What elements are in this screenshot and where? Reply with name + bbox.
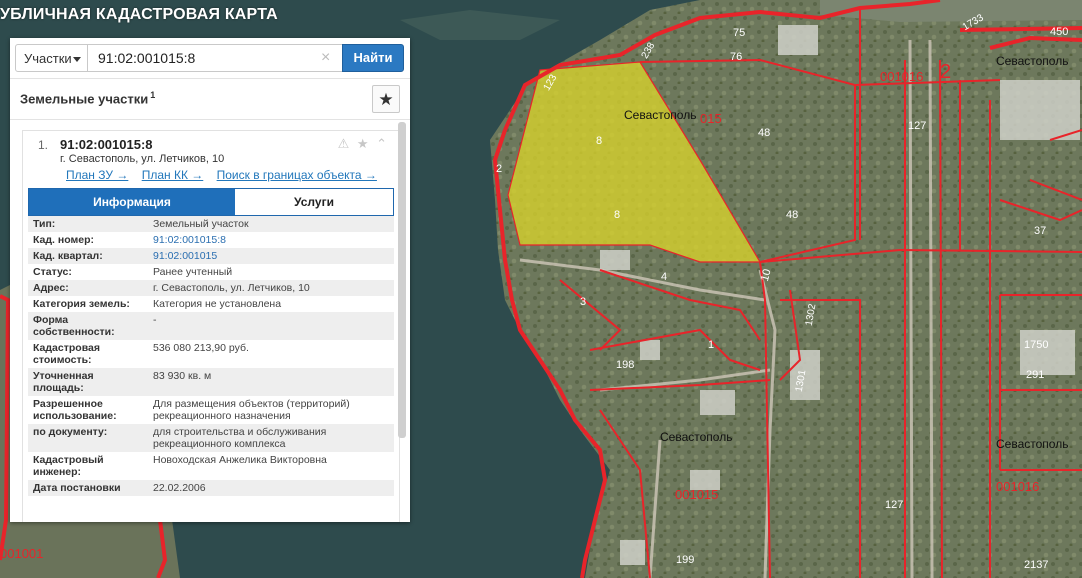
- map-label: 1750: [1024, 339, 1048, 351]
- property-row: Кад. квартал: 91:02:001015: [28, 248, 394, 264]
- search-in-bounds-link[interactable]: Поиск в границах объекта →: [217, 168, 377, 182]
- property-label: Кад. квартал:: [28, 248, 148, 264]
- property-label: по документу:: [28, 424, 148, 452]
- favorites-button[interactable]: ★: [372, 85, 400, 113]
- map-label: 76: [730, 51, 742, 63]
- plan-kk-link[interactable]: План КК →: [142, 168, 204, 182]
- tab-services[interactable]: Услуги: [235, 189, 393, 215]
- tab-information[interactable]: Информация: [29, 189, 235, 215]
- property-value: Земельный участок: [148, 216, 394, 232]
- property-row: Адрес: г. Севастополь, ул. Летчиков, 10: [28, 280, 394, 296]
- results-title-text: Земельные участки: [20, 91, 149, 107]
- property-row: Кад. номер: 91:02:001015:8: [28, 232, 394, 248]
- map-label: 2: [496, 163, 502, 175]
- property-row: Разрешенное использование: Для размещения…: [28, 396, 394, 424]
- result-cad-number[interactable]: 91:02:001015:8: [60, 137, 153, 152]
- property-row: по документу: для строительства и обслужи…: [28, 424, 394, 452]
- map-label: 127: [908, 120, 926, 132]
- properties-table: Тип: Земельный участок Кад. номер: 91:02:00…: [28, 216, 394, 496]
- property-label: Разрешенное использование:: [33, 398, 117, 422]
- map-label: 2137: [1024, 559, 1048, 571]
- map-label: Севастополь: [624, 108, 696, 122]
- property-label: Кад. номер:: [33, 234, 95, 246]
- map-label: 001001: [0, 546, 43, 561]
- property-label: Статус:: [33, 266, 72, 278]
- map-label: Севастополь: [996, 54, 1068, 68]
- search-bar: Участки × Найти: [15, 44, 405, 74]
- map-label: 3: [580, 296, 586, 308]
- star-icon: ★: [378, 90, 394, 109]
- search-button[interactable]: Найти: [342, 44, 404, 72]
- map-label: Севастополь: [660, 430, 732, 444]
- search-type-label: Участки: [24, 51, 72, 66]
- search-input[interactable]: [88, 44, 343, 72]
- map-label: 8: [596, 135, 602, 147]
- property-value: -: [148, 312, 394, 340]
- results-count: 1: [150, 90, 156, 100]
- property-value[interactable]: 91:02:001015: [148, 248, 394, 264]
- map-label: 4: [661, 271, 667, 283]
- property-label: Адрес:: [28, 280, 148, 296]
- result-index: 1.: [38, 138, 49, 152]
- property-value: Новоходская Анжелика Викторовна: [153, 454, 327, 466]
- chevron-down-icon: [73, 57, 81, 62]
- map-label: 199: [676, 554, 694, 566]
- map-label: Севастополь: [996, 437, 1068, 451]
- map-label: 127: [885, 499, 903, 511]
- property-row: Кадастровый инженер: Новоходская Анжелика…: [28, 452, 394, 480]
- property-value: 22.02.2006: [148, 480, 394, 496]
- map-label: 198: [616, 359, 634, 371]
- search-type-select[interactable]: Участки: [15, 44, 88, 72]
- property-row: Тип: Земельный участок: [28, 216, 394, 232]
- map-label: 291: [1026, 369, 1044, 381]
- property-label: Уточненная площадь:: [28, 368, 148, 396]
- property-value: Ранее учтенный: [153, 266, 233, 278]
- property-value[interactable]: 91:02:001015:8: [148, 232, 394, 248]
- map-label: 001015: [675, 487, 718, 502]
- results-header: Земельные участки 1 ★: [10, 78, 410, 120]
- property-row: Категория земель: Категория не установлен…: [28, 296, 394, 312]
- property-value: г. Севастополь, ул. Летчиков, 10: [148, 280, 394, 296]
- property-row: Кадастровая стоимость: 536 080 213,90 руб…: [28, 340, 394, 368]
- property-value: Категория не установлена: [153, 298, 282, 310]
- map-label: 001016: [880, 69, 923, 84]
- result-tabs: Информация Услуги: [28, 188, 394, 216]
- map-label: 37: [1034, 225, 1046, 237]
- map-label: 8: [614, 209, 620, 221]
- result-action-icons[interactable]: ⚠ ★ ⌃: [338, 136, 389, 152]
- property-label: Кадастровая стоимость:: [33, 342, 100, 366]
- property-row: Статус: Ранее учтенный: [28, 264, 394, 280]
- property-value: 83 930 кв. м: [148, 368, 394, 396]
- app-title: УБЛИЧНАЯ КАДАСТРОВАЯ КАРТА: [0, 6, 278, 23]
- property-label: Тип:: [28, 216, 148, 232]
- search-panel: Участки × Найти Земельные участки1 ★ 1. …: [10, 38, 410, 522]
- map-label: 48: [758, 127, 770, 139]
- scrollbar[interactable]: [398, 122, 406, 438]
- clear-icon[interactable]: ×: [321, 49, 330, 67]
- map-label: 1: [708, 339, 714, 351]
- property-value: 536 080 213,90 руб.: [153, 342, 249, 354]
- map-label: 015: [700, 111, 722, 126]
- property-label: Кадастровый инженер:: [33, 454, 104, 478]
- result-address: г. Севастополь, ул. Летчиков, 10: [60, 153, 225, 165]
- map-label: 450: [1050, 26, 1068, 38]
- results-title: Земельные участки 1: [20, 90, 155, 106]
- map-label: 48: [786, 209, 798, 221]
- map-label: 2: [940, 61, 951, 83]
- property-row: Дата постановки 22.02.2006: [28, 480, 394, 496]
- result-links: План ЗУ → План КК → Поиск в границах объ…: [66, 168, 387, 182]
- property-label: Категория земель:: [33, 298, 130, 310]
- plan-zu-link[interactable]: План ЗУ →: [66, 168, 128, 182]
- property-label: Форма собственности:: [28, 312, 148, 340]
- property-value: Для размещения объектов (территорий) рек…: [153, 398, 350, 422]
- property-label: Дата постановки: [28, 480, 148, 496]
- result-card: 1. 91:02:001015:8 г. Севастополь, ул. Ле…: [22, 130, 400, 522]
- property-row: Форма собственности: -: [28, 312, 394, 340]
- map-label: 75: [733, 27, 745, 39]
- property-value: для строительства и обслуживания рекреац…: [148, 424, 394, 452]
- property-row: Уточненная площадь: 83 930 кв. м: [28, 368, 394, 396]
- map-label: 001016: [996, 479, 1039, 494]
